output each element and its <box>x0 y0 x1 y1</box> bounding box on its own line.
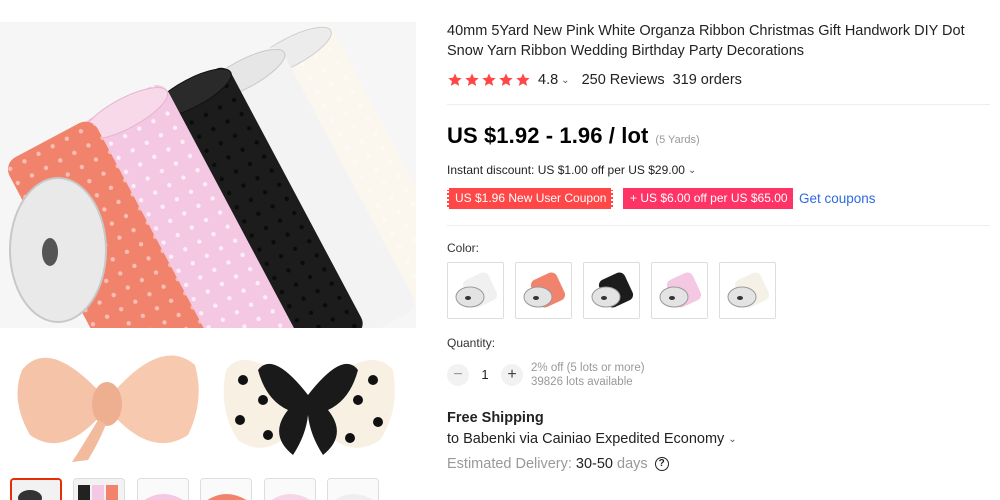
delivery-label: Estimated Delivery: <box>447 456 572 472</box>
chevron-down-icon[interactable]: ⌄ <box>688 165 696 176</box>
bow-example-images <box>0 340 416 465</box>
thumbnail-4[interactable] <box>200 478 252 500</box>
quantity-stepper: − 1 + 2% off (5 lots or more) 39826 lots… <box>447 361 645 389</box>
rating-row: 4.8 ⌄ 250 Reviews 319 orders <box>447 71 742 89</box>
rating-stars <box>447 72 531 88</box>
quantity-input[interactable]: 1 <box>469 361 501 389</box>
quantity-label: Quantity: <box>447 336 496 350</box>
chevron-down-icon[interactable]: ⌄ <box>561 75 569 86</box>
reviews-link[interactable]: 250 Reviews <box>582 72 665 88</box>
store-coupon[interactable]: + US $6.00 off per US $65.00 <box>623 187 793 209</box>
color-swatches <box>447 262 787 319</box>
star-icon <box>516 73 530 86</box>
color-swatch-white-gray[interactable] <box>447 262 504 319</box>
star-icon <box>499 73 513 86</box>
rating-value[interactable]: 4.8 <box>538 72 558 88</box>
delivery-unit: days <box>617 456 648 472</box>
thumbnail-2[interactable] <box>73 478 125 500</box>
thumbnail-6[interactable] <box>327 478 379 500</box>
peach-bow-image[interactable] <box>10 340 205 465</box>
coupon-row: US $1.96 New User Coupon + US $6.00 off … <box>447 187 876 209</box>
price-row: US $1.92 - 1.96 / lot (5 Yards) <box>447 123 700 149</box>
color-swatch-pink[interactable] <box>651 262 708 319</box>
color-swatch-coral[interactable] <box>515 262 572 319</box>
price-range: US $1.92 - 1.96 / lot <box>447 123 649 148</box>
chevron-down-icon[interactable]: ⌄ <box>728 434 736 445</box>
shipping-title: Free Shipping <box>447 410 544 426</box>
quantity-notes: 2% off (5 lots or more) 39826 lots avail… <box>531 361 645 389</box>
thumbnail-strip <box>10 478 420 500</box>
product-title: 40mm 5Yard New Pink White Organza Ribbon… <box>447 23 965 59</box>
star-icon <box>448 73 462 86</box>
product-info-panel: 40mm 5Yard New Pink White Organza Ribbon… <box>447 0 990 500</box>
star-icon <box>482 73 496 86</box>
ribbon-rolls-illustration <box>0 22 416 328</box>
available-lots-text: 39826 lots available <box>531 376 633 388</box>
color-swatch-ivory[interactable] <box>719 262 776 319</box>
butterfly-bow-image[interactable] <box>218 340 400 465</box>
shipping-route-text: to Babenki via Cainiao Expedited Economy <box>447 431 725 447</box>
thumbnail-1[interactable] <box>10 478 62 500</box>
thumbnail-5[interactable] <box>264 478 316 500</box>
quantity-minus-button[interactable]: − <box>447 364 469 386</box>
main-product-image[interactable] <box>0 22 416 328</box>
estimated-delivery: Estimated Delivery: 30-50 days ? <box>447 456 669 472</box>
help-icon[interactable]: ? <box>654 457 669 471</box>
shipping-method[interactable]: to Babenki via Cainiao Expedited Economy… <box>447 431 737 447</box>
color-label: Color: <box>447 241 480 255</box>
color-swatch-black[interactable] <box>583 262 640 319</box>
price-unit-note: (5 Yards) <box>655 134 700 146</box>
divider <box>447 104 990 105</box>
instant-discount[interactable]: Instant discount: US $1.00 off per US $2… <box>447 163 696 177</box>
get-coupons-link[interactable]: Get coupons <box>799 191 876 206</box>
divider <box>447 225 990 226</box>
star-icon <box>465 73 479 86</box>
quantity-plus-button[interactable]: + <box>501 364 523 386</box>
delivery-days: 30-50 <box>575 456 613 472</box>
orders-count: 319 orders <box>672 72 742 88</box>
bulk-discount-text: 2% off (5 lots or more) <box>531 362 645 374</box>
new-user-coupon[interactable]: US $1.96 New User Coupon <box>447 187 613 209</box>
thumbnail-3[interactable] <box>137 478 189 500</box>
instant-discount-text: Instant discount: US $1.00 off per US $2… <box>447 163 685 177</box>
